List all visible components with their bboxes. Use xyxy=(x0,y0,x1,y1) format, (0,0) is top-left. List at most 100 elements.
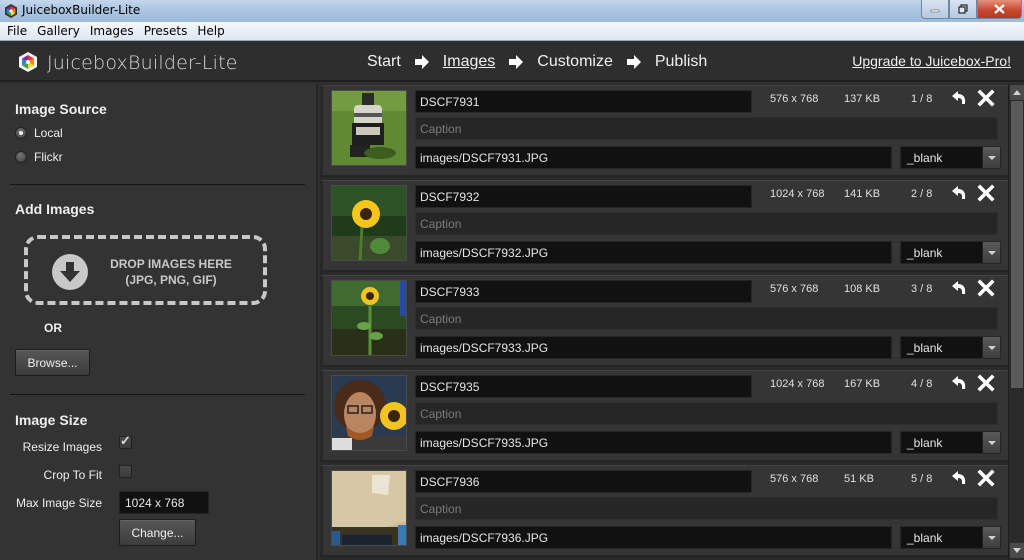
scrollbar[interactable] xyxy=(1008,84,1024,560)
image-row: DSCF7932 1024 x 768 141 KB 2 / 8 Caption… xyxy=(320,180,1008,272)
image-title-field[interactable]: DSCF7931 xyxy=(415,90,752,113)
radio-button-checked[interactable] xyxy=(15,127,27,139)
caption-field[interactable]: Caption xyxy=(415,307,998,330)
upgrade-link[interactable]: Upgrade to Juicebox-Pro! xyxy=(852,53,1011,69)
step-publish[interactable]: Publish xyxy=(655,53,707,71)
step-customize[interactable]: Customize xyxy=(537,53,613,71)
caption-field[interactable]: Caption xyxy=(415,117,998,140)
image-row: DSCF7936 576 x 768 51 KB 5 / 8 Caption i… xyxy=(320,465,1008,557)
undo-icon[interactable] xyxy=(950,184,968,202)
image-filesize: 51 KB xyxy=(844,473,874,485)
image-title-field[interactable]: DSCF7933 xyxy=(415,280,752,303)
link-target-select[interactable]: _blank xyxy=(900,241,1001,264)
close-window-button[interactable] xyxy=(977,0,1022,19)
arrow-right-icon xyxy=(414,55,429,69)
arrow-right-icon xyxy=(626,55,641,69)
image-dimensions: 576 x 768 xyxy=(770,93,819,105)
image-thumbnail[interactable] xyxy=(331,470,407,546)
menubar: File Gallery Images Presets Help xyxy=(0,22,1024,41)
link-target-select[interactable]: _blank xyxy=(900,431,1001,454)
chevron-down-icon[interactable] xyxy=(982,147,1000,168)
undo-icon[interactable] xyxy=(950,89,968,107)
link-url-field[interactable]: images/DSCF7933.JPG xyxy=(415,336,892,359)
scroll-up-button[interactable] xyxy=(1010,85,1024,100)
brand-name: JuiceboxBuilder-Lite xyxy=(47,52,238,74)
image-index: 4 / 8 xyxy=(911,378,933,390)
chevron-down-icon[interactable] xyxy=(982,527,1000,548)
radio-local[interactable]: Local xyxy=(15,126,63,140)
image-title-field[interactable]: DSCF7936 xyxy=(415,470,752,493)
image-filesize: 137 KB xyxy=(844,93,881,105)
link-target-value: _blank xyxy=(907,245,943,260)
image-thumbnail[interactable] xyxy=(331,90,407,166)
undo-icon[interactable] xyxy=(950,374,968,392)
link-target-select[interactable]: _blank xyxy=(900,526,1001,549)
radio-button[interactable] xyxy=(15,151,27,163)
image-row: DSCF7933 576 x 768 108 KB 3 / 8 Caption … xyxy=(320,275,1008,367)
menu-file[interactable]: File xyxy=(2,22,32,40)
restore-button[interactable] xyxy=(949,0,977,19)
image-index: 1 / 8 xyxy=(911,93,933,105)
image-thumbnail[interactable] xyxy=(331,280,407,356)
delete-icon[interactable] xyxy=(977,469,995,487)
link-target-select[interactable]: _blank xyxy=(900,336,1001,359)
image-title-field[interactable]: DSCF7932 xyxy=(415,185,752,208)
dropzone-line1: DROP IMAGES HERE xyxy=(110,257,232,271)
chevron-down-icon[interactable] xyxy=(982,337,1000,358)
minimize-icon xyxy=(930,9,940,13)
change-size-button[interactable]: Change... xyxy=(119,519,196,546)
link-target-select[interactable]: _blank xyxy=(900,146,1001,169)
image-list: DSCF7931 576 x 768 137 KB 1 / 8 Caption … xyxy=(320,84,1008,560)
image-dimensions: 576 x 768 xyxy=(770,283,819,295)
divider xyxy=(10,394,305,395)
delete-icon[interactable] xyxy=(977,89,995,107)
link-target-value: _blank xyxy=(907,530,943,545)
close-icon xyxy=(994,4,1005,14)
app-header: JuiceboxBuilder-Lite Start Images Custom… xyxy=(0,41,1024,82)
menu-presets[interactable]: Presets xyxy=(139,22,193,40)
scroll-down-button[interactable] xyxy=(1010,543,1024,558)
image-thumbnail[interactable] xyxy=(331,185,407,261)
link-url-field[interactable]: images/DSCF7936.JPG xyxy=(415,526,892,549)
max-image-size-field[interactable]: 1024 x 768 xyxy=(119,491,209,514)
delete-icon[interactable] xyxy=(977,184,995,202)
delete-icon[interactable] xyxy=(977,279,995,297)
image-filesize: 167 KB xyxy=(844,378,881,390)
step-images[interactable]: Images xyxy=(443,53,495,71)
chevron-down-icon[interactable] xyxy=(982,432,1000,453)
resize-images-label: Resize Images xyxy=(22,440,102,454)
or-label: OR xyxy=(44,321,62,335)
link-target-value: _blank xyxy=(907,150,943,165)
step-start[interactable]: Start xyxy=(367,53,401,71)
resize-images-checkbox[interactable]: ✓ xyxy=(119,433,132,449)
undo-icon[interactable] xyxy=(950,279,968,297)
crop-to-fit-label: Crop To Fit xyxy=(43,468,102,482)
link-url-field[interactable]: images/DSCF7935.JPG xyxy=(415,431,892,454)
caption-field[interactable]: Caption xyxy=(415,402,998,425)
scroll-thumb[interactable] xyxy=(1011,101,1023,388)
link-url-field[interactable]: images/DSCF7931.JPG xyxy=(415,146,892,169)
image-dimensions: 1024 x 768 xyxy=(770,188,825,200)
image-index: 5 / 8 xyxy=(911,473,933,485)
chevron-down-icon[interactable] xyxy=(982,242,1000,263)
link-url-field[interactable]: images/DSCF7932.JPG xyxy=(415,241,892,264)
image-source-title: Image Source xyxy=(15,101,107,117)
caption-field[interactable]: Caption xyxy=(415,212,998,235)
dropzone-line2: (JPG, PNG, GIF) xyxy=(125,273,217,287)
image-title-field[interactable]: DSCF7935 xyxy=(415,375,752,398)
menu-help[interactable]: Help xyxy=(192,22,229,40)
caption-field[interactable]: Caption xyxy=(415,497,998,520)
link-target-value: _blank xyxy=(907,435,943,450)
menu-gallery[interactable]: Gallery xyxy=(32,22,85,40)
delete-icon[interactable] xyxy=(977,374,995,392)
menu-images[interactable]: Images xyxy=(85,22,139,40)
minimize-button[interactable] xyxy=(921,0,949,19)
image-row: DSCF7935 1024 x 768 167 KB 4 / 8 Caption… xyxy=(320,370,1008,462)
restore-icon xyxy=(958,4,968,14)
undo-icon[interactable] xyxy=(950,469,968,487)
radio-flickr[interactable]: Flickr xyxy=(15,150,63,164)
crop-to-fit-checkbox[interactable] xyxy=(119,465,132,478)
image-dropzone[interactable]: DROP IMAGES HERE (JPG, PNG, GIF) xyxy=(24,235,267,305)
browse-button[interactable]: Browse... xyxy=(15,349,90,376)
image-thumbnail[interactable] xyxy=(331,375,407,451)
